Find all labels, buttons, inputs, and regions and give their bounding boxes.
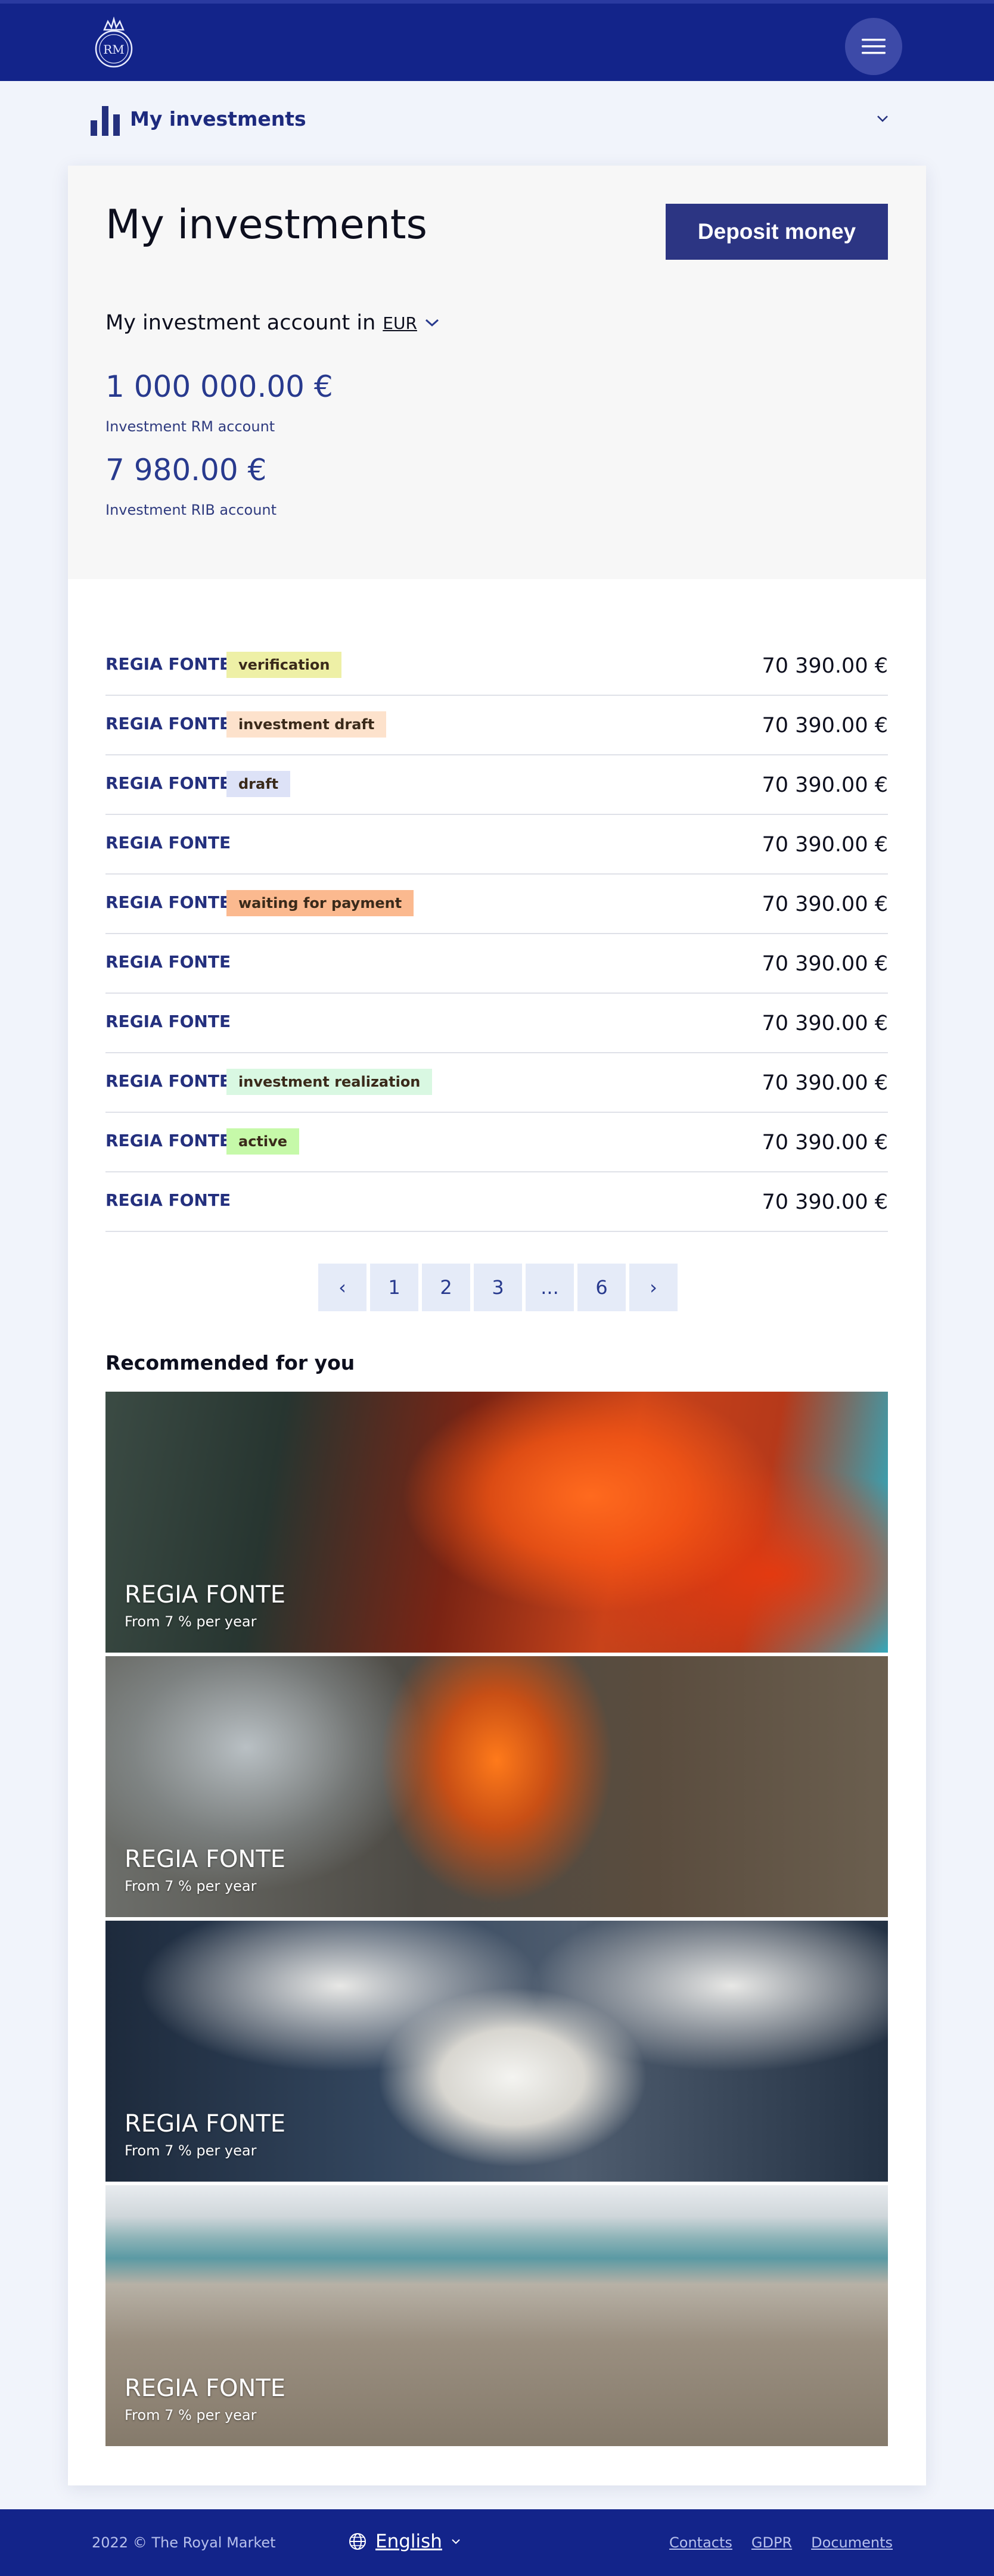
rm-account-label: Investment RM account bbox=[105, 418, 275, 435]
recommended-name: REGIA FONTE bbox=[125, 1581, 286, 1609]
investment-row[interactable]: REGIA FONTE verification 70 390.00 € bbox=[105, 636, 888, 696]
footer-links: Contacts GDPR Documents bbox=[669, 2534, 893, 2551]
status-badge: waiting for payment bbox=[226, 890, 414, 916]
language-label: English bbox=[375, 2531, 442, 2552]
page-button[interactable]: 6 bbox=[577, 1264, 626, 1311]
investment-value: 70 390.00 € bbox=[762, 654, 888, 678]
svg-text:RM: RM bbox=[103, 42, 125, 57]
investment-name[interactable]: REGIA FONTE bbox=[105, 773, 231, 793]
status-badge: draft bbox=[226, 771, 291, 797]
account-currency-selector[interactable]: My investment account in EUR bbox=[105, 311, 440, 335]
investment-name[interactable]: REGIA FONTE bbox=[105, 1131, 231, 1150]
footer-link-gdpr[interactable]: GDPR bbox=[751, 2534, 792, 2551]
next-page-button[interactable]: › bbox=[629, 1264, 678, 1311]
royal-market-logo[interactable]: RM bbox=[89, 16, 138, 71]
rib-account-amount: 7 980.00 € bbox=[105, 453, 267, 487]
rm-account-amount: 1 000 000.00 € bbox=[105, 369, 333, 404]
status-badge: active bbox=[226, 1128, 300, 1155]
investment-row[interactable]: REGIA FONTE draft 70 390.00 € bbox=[105, 755, 888, 815]
recommended-rate: From 7 % per year bbox=[125, 2407, 257, 2423]
rib-account-label: Investment RIB account bbox=[105, 502, 277, 518]
copyright: 2022 © The Royal Market bbox=[92, 2534, 276, 2551]
section-nav-title: My investments bbox=[130, 107, 306, 130]
investment-value: 70 390.00 € bbox=[762, 833, 888, 857]
investment-value: 70 390.00 € bbox=[762, 892, 888, 916]
investment-value: 70 390.00 € bbox=[762, 714, 888, 738]
account-label: My investment account in bbox=[105, 311, 376, 335]
prev-page-button[interactable]: ‹ bbox=[318, 1264, 366, 1311]
investment-row[interactable]: REGIA FONTE investment draft 70 390.00 € bbox=[105, 696, 888, 755]
investment-value: 70 390.00 € bbox=[762, 1190, 888, 1214]
investment-name[interactable]: REGIA FONTE bbox=[105, 1012, 231, 1031]
recommended-rate: From 7 % per year bbox=[125, 1878, 257, 1894]
investment-row[interactable]: REGIA FONTE 70 390.00 € bbox=[105, 994, 888, 1053]
page-ellipsis: ... bbox=[526, 1264, 574, 1311]
investment-list: REGIA FONTE verification 70 390.00 € REGIA … bbox=[105, 636, 888, 1232]
recommended-card[interactable]: REGIA FONTE From 7 % per year bbox=[105, 1921, 888, 2182]
recommended-name: REGIA FONTE bbox=[125, 2110, 286, 2138]
investments-card: My investments Deposit money My investme… bbox=[68, 166, 926, 2485]
investment-value: 70 390.00 € bbox=[762, 1012, 888, 1035]
page-button[interactable]: 3 bbox=[474, 1264, 522, 1311]
top-header: RM bbox=[0, 0, 994, 81]
investment-name[interactable]: REGIA FONTE bbox=[105, 952, 231, 972]
recommended-name: REGIA FONTE bbox=[125, 1846, 286, 1873]
menu-button[interactable] bbox=[845, 18, 902, 75]
status-badge: investment realization bbox=[226, 1069, 433, 1095]
account-summary: My investments Deposit money My investme… bbox=[68, 166, 926, 579]
recommended-rate: From 7 % per year bbox=[125, 1613, 257, 1630]
investment-value: 70 390.00 € bbox=[762, 1131, 888, 1155]
investment-name[interactable]: REGIA FONTE bbox=[105, 714, 231, 733]
status-badge: verification bbox=[226, 652, 342, 678]
recommended-card[interactable]: REGIA FONTE From 7 % per year bbox=[105, 1392, 888, 1653]
investment-row[interactable]: REGIA FONTE 70 390.00 € bbox=[105, 815, 888, 875]
investment-name[interactable]: REGIA FONTE bbox=[105, 654, 231, 674]
chevron-down-icon bbox=[452, 2539, 460, 2544]
investment-name[interactable]: REGIA FONTE bbox=[105, 1190, 231, 1210]
footer: 2022 © The Royal Market English Contacts… bbox=[0, 2509, 994, 2576]
recommended-title: Recommended for you bbox=[105, 1351, 355, 1374]
investment-row[interactable]: REGIA FONTE waiting for payment 70 390.00 … bbox=[105, 875, 888, 934]
investment-value: 70 390.00 € bbox=[762, 952, 888, 976]
investment-value: 70 390.00 € bbox=[762, 773, 888, 797]
recommended-card[interactable]: REGIA FONTE From 7 % per year bbox=[105, 2185, 888, 2446]
investment-row[interactable]: REGIA FONTE active 70 390.00 € bbox=[105, 1113, 888, 1172]
currency-value[interactable]: EUR bbox=[383, 313, 417, 333]
investment-name[interactable]: REGIA FONTE bbox=[105, 892, 231, 912]
investment-name[interactable]: REGIA FONTE bbox=[105, 1071, 231, 1091]
chevron-down-icon[interactable] bbox=[876, 114, 889, 123]
hamburger-icon bbox=[862, 39, 886, 54]
globe-icon bbox=[349, 2533, 366, 2550]
bar-chart-icon bbox=[91, 106, 120, 136]
investment-value: 70 390.00 € bbox=[762, 1071, 888, 1095]
footer-link-contacts[interactable]: Contacts bbox=[669, 2534, 732, 2551]
recommended-name: REGIA FONTE bbox=[125, 2375, 286, 2402]
language-selector[interactable]: English bbox=[348, 2531, 461, 2552]
recommended-list: REGIA FONTE From 7 % per year REGIA FONTE F… bbox=[105, 1392, 888, 2450]
chevron-down-icon[interactable] bbox=[424, 318, 440, 328]
investment-row[interactable]: REGIA FONTE 70 390.00 € bbox=[105, 934, 888, 994]
status-badge: investment draft bbox=[226, 711, 387, 738]
recommended-card[interactable]: REGIA FONTE From 7 % per year bbox=[105, 1656, 888, 1917]
pagination: ‹ 1 2 3... 6 › bbox=[318, 1264, 678, 1311]
investment-row[interactable]: REGIA FONTE investment realization 70 390.… bbox=[105, 1053, 888, 1113]
deposit-money-button[interactable]: Deposit money bbox=[666, 204, 888, 260]
section-nav[interactable]: My investments bbox=[0, 81, 994, 158]
investment-row[interactable]: REGIA FONTE 70 390.00 € bbox=[105, 1172, 888, 1232]
footer-link-documents[interactable]: Documents bbox=[811, 2534, 893, 2551]
recommended-rate: From 7 % per year bbox=[125, 2142, 257, 2159]
page-title: My investments bbox=[105, 201, 427, 248]
investment-name[interactable]: REGIA FONTE bbox=[105, 833, 231, 853]
page-button[interactable]: 1 bbox=[370, 1264, 418, 1311]
page-button[interactable]: 2 bbox=[422, 1264, 470, 1311]
